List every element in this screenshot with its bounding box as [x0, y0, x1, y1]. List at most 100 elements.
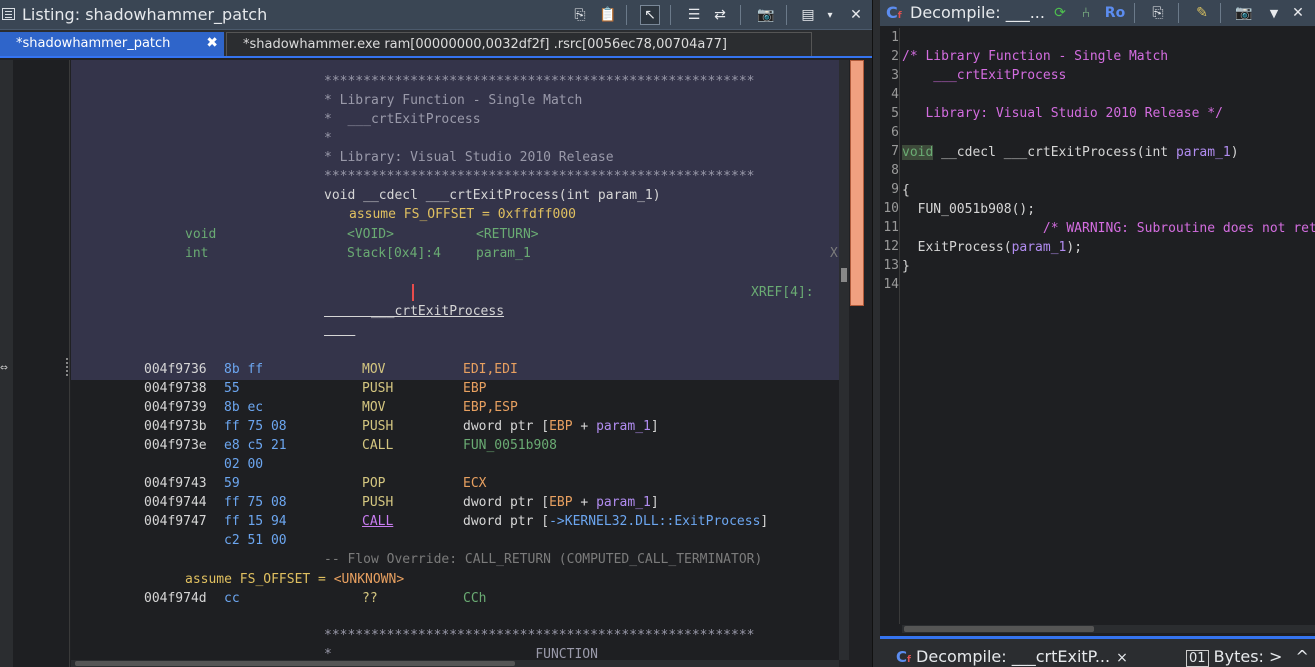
- paste-icon[interactable]: 📋: [598, 5, 618, 25]
- assume-line: assume FS_OFFSET = 0xffdff000: [349, 207, 576, 222]
- menu-chevron-icon[interactable]: ▼: [1264, 3, 1284, 23]
- snapshot-icon[interactable]: 📷: [756, 5, 776, 25]
- return-name: <RETURN>: [476, 227, 539, 242]
- instr-mnemonic[interactable]: PUSH: [362, 379, 393, 398]
- signature-close: ): [1230, 145, 1239, 160]
- instr-address[interactable]: 004f9747: [144, 512, 207, 531]
- snapshot-icon[interactable]: 📷: [1234, 3, 1254, 23]
- instr-address[interactable]: 004f9743: [144, 474, 207, 493]
- graph-icon[interactable]: ⑃: [1076, 3, 1096, 23]
- line-number: 14: [883, 277, 899, 292]
- instr-mnemonic[interactable]: PUSH: [362, 493, 393, 512]
- decompile-horizontal-scroll-thumb[interactable]: [904, 626, 1094, 632]
- header-library-line: * Library Function - Single Match: [324, 93, 583, 108]
- toolbar-separator: [626, 5, 627, 25]
- tab-shadowhammer-patch[interactable]: *shadowhammer_patch ✖: [0, 32, 224, 56]
- panel-divider[interactable]: [872, 0, 880, 667]
- exitprocess-call[interactable]: ExitProcess(: [902, 240, 1012, 255]
- instr-address[interactable]: 004f9744: [144, 493, 207, 512]
- param-name[interactable]: param_1: [476, 244, 531, 263]
- listing-overview-bar[interactable]: [850, 60, 864, 306]
- instr-address[interactable]: 004f9738: [144, 379, 207, 398]
- instr-address[interactable]: 004f973e: [144, 436, 207, 455]
- tab-close-icon[interactable]: ✖: [206, 35, 218, 51]
- instr-mnemonic[interactable]: POP: [362, 474, 385, 493]
- operand-param: param_1: [596, 419, 651, 434]
- splitter-handle[interactable]: [66, 358, 69, 376]
- listing-horizontal-scroll-thumb[interactable]: [75, 661, 515, 666]
- line-number: 10: [883, 201, 899, 216]
- listing-icon: [2, 8, 15, 20]
- close-icon[interactable]: ✕: [846, 5, 866, 25]
- code-line-13: }: [902, 259, 910, 274]
- chevron-up-icon[interactable]: ^: [1296, 647, 1309, 666]
- function-signature[interactable]: void __cdecl ___crtExitProcess(int param…: [324, 186, 661, 205]
- code-line-7[interactable]: void __cdecl ___crtExitProcess(int param…: [902, 143, 1239, 162]
- instr-bytes: ff 75 08: [224, 419, 287, 434]
- param-token[interactable]: param_1: [1012, 240, 1067, 255]
- operand-plus: +: [572, 495, 597, 510]
- instr-mnemonic[interactable]: MOV: [362, 398, 385, 417]
- code-line-12[interactable]: ExitProcess(param_1);: [902, 238, 1082, 257]
- instr-mnemonic[interactable]: PUSH: [362, 417, 393, 436]
- instr-operand[interactable]: FUN_0051b908: [463, 436, 557, 455]
- listing-vertical-scroll-thumb[interactable]: [841, 268, 847, 282]
- instr-operand[interactable]: dword ptr [->KERNEL32.DLL::ExitProcess]: [463, 512, 768, 531]
- instr-bytes: e8 c5 21: [224, 438, 287, 453]
- signature-text[interactable]: __cdecl ___crtExitProcess(int: [933, 145, 1176, 160]
- edit-icon[interactable]: ✎: [1192, 3, 1212, 23]
- decompile-line-gutter: 1 2 3 4 5 6 7 8 9 10 11 12 13 14: [880, 28, 900, 624]
- listing-vertical-scrollbar[interactable]: [839, 60, 849, 660]
- diff-icon[interactable]: ⇄: [710, 5, 730, 25]
- last-instr-addr[interactable]: 004f974d: [144, 589, 207, 608]
- line-number: 1: [891, 30, 899, 45]
- close-icon[interactable]: ✕: [1288, 3, 1308, 23]
- tab-close-icon[interactable]: ×: [1116, 650, 1128, 666]
- line-number: 5: [891, 106, 899, 121]
- instr-operand[interactable]: dword ptr [EBP + param_1]: [463, 493, 659, 512]
- field-layout-icon[interactable]: ☰: [684, 5, 704, 25]
- instr-address[interactable]: 004f973b: [144, 417, 207, 436]
- param-storage: Stack[0x4]:4: [347, 246, 441, 261]
- instr-operand[interactable]: EDI,EDI: [463, 360, 518, 379]
- copy-icon[interactable]: ⎘: [570, 5, 590, 25]
- header-blank-line: *: [324, 131, 332, 146]
- operand-suffix: ]: [650, 495, 659, 510]
- instr-operand[interactable]: EBP,ESP: [463, 398, 518, 417]
- instr-address[interactable]: 004f9736: [144, 360, 207, 379]
- instr-operand[interactable]: EBP: [463, 379, 486, 398]
- resize-arrow-icon[interactable]: ⇔: [0, 360, 8, 375]
- code-line-10[interactable]: FUN_0051b908();: [902, 200, 1035, 219]
- instr-mnemonic[interactable]: CALL: [362, 512, 393, 531]
- xref-label[interactable]: XREF[4]:: [751, 283, 814, 302]
- ro-button[interactable]: Ro: [1102, 3, 1128, 23]
- instr-operand[interactable]: dword ptr [EBP + param_1]: [463, 417, 659, 436]
- tab-bytes[interactable]: 01 Bytes: > ^: [1186, 647, 1309, 667]
- operand-prefix: dword ptr [: [463, 514, 550, 529]
- void-keyword[interactable]: void: [902, 145, 934, 160]
- instr-bytes: 59: [224, 476, 240, 491]
- tab-shadowhammer-exe[interactable]: *shadowhammer.exe ram[00000000,0032df2f]…: [226, 32, 812, 56]
- instr-address[interactable]: 004f9739: [144, 398, 207, 417]
- instr-bytes: 8b ec: [224, 400, 264, 415]
- copy-icon[interactable]: ⎘: [1148, 3, 1168, 23]
- instr-mnemonic[interactable]: MOV: [362, 360, 385, 379]
- listing-tab-bar: *shadowhammer_patch ✖ *shadowhammer.exe …: [0, 30, 872, 58]
- function-label[interactable]: ___crtExitProcess: [324, 283, 504, 319]
- cursor-follow-icon[interactable]: ↖: [640, 5, 660, 25]
- refresh-icon[interactable]: ⟳: [1050, 3, 1070, 23]
- tab-label: Bytes: >: [1213, 647, 1283, 666]
- line-number: 3: [891, 68, 899, 83]
- instr-bytes: ff 75 08: [224, 495, 287, 510]
- instr-operand[interactable]: ECX: [463, 474, 486, 493]
- listing-margin: [13, 60, 70, 667]
- bytes-icon: 01: [1186, 650, 1209, 667]
- layout-icon[interactable]: ▤: [798, 5, 818, 25]
- param-token[interactable]: param_1: [1176, 145, 1231, 160]
- instr-mnemonic[interactable]: CALL: [362, 436, 393, 455]
- tab-label: Decompile: ___crtExitP...: [916, 647, 1111, 666]
- tab-decompile[interactable]: Cf Decompile: ___crtExitP... ×: [896, 647, 1128, 666]
- listing-code-view[interactable]: ****************************************…: [71, 60, 839, 660]
- instr-bytes: 8b ff: [224, 362, 264, 377]
- menu-chevron-icon[interactable]: ▾: [820, 5, 840, 25]
